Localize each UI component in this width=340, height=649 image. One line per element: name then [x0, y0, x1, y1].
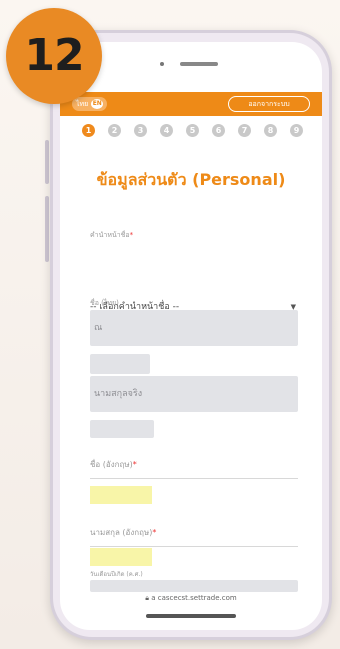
firstname-th-label: ชื่อ (ไทย) [90, 299, 119, 307]
lastname-th-value: นามสกุลจริง [94, 389, 143, 399]
language-label: ไทย [76, 100, 89, 108]
step-2: 2 [108, 124, 121, 137]
step-indicator: 123456789 [82, 124, 304, 138]
browser-url-bar[interactable]: 🔒︎ a cascecst.settrade.com [60, 594, 322, 603]
step-7: 7 [238, 124, 251, 137]
step-1: 1 [82, 124, 95, 137]
firstname-en-field[interactable] [90, 478, 298, 479]
lastname-en-label-text: นามสกุล (อังกฤษ) [90, 528, 153, 537]
step-number-badge: 12 [6, 8, 102, 104]
step-3: 3 [134, 124, 147, 137]
firstname-en-label: ชื่อ (อังกฤษ)* [90, 458, 137, 471]
lastname-th-field[interactable]: นามสกุลจริง [90, 376, 298, 412]
birthdate-label: วันเดือนปีเกิด (ค.ศ.) [90, 571, 143, 578]
phone-side-button [45, 140, 49, 184]
firstname-th-hint [90, 354, 150, 374]
prefix-label: คำนำหน้าชื่อ* [90, 230, 133, 241]
birthdate-field[interactable] [90, 580, 298, 592]
lastname-en-label: นามสกุล (อังกฤษ)* [90, 526, 156, 539]
home-indicator [146, 614, 236, 618]
top-bar: ไทย EN ออกจากระบบ [60, 92, 322, 116]
logout-button[interactable]: ออกจากระบบ [228, 96, 310, 112]
step-9: 9 [290, 124, 303, 137]
step-8: 8 [264, 124, 277, 137]
required-mark: * [152, 528, 157, 537]
speaker-grille [180, 62, 218, 66]
required-mark: * [129, 231, 134, 239]
firstname-th-field[interactable]: ณ [90, 310, 298, 346]
browser-url: a cascecst.settrade.com [151, 594, 237, 602]
firstname-en-highlight [90, 486, 152, 504]
page-title: ข้อมูลส่วนตัว (Personal) [96, 170, 286, 189]
step-4: 4 [160, 124, 173, 137]
language-toggle[interactable]: ไทย EN [72, 97, 108, 111]
phone-screen: ไทย EN ออกจากระบบ 123456789 ข้อมูลส่วนตัว… [60, 42, 322, 630]
lastname-en-field[interactable] [90, 546, 298, 547]
camera-icon [160, 62, 164, 66]
step-5: 5 [186, 124, 199, 137]
firstname-en-label-text: ชื่อ (อังกฤษ) [90, 460, 133, 469]
lastname-th-hint [90, 420, 154, 438]
step-6: 6 [212, 124, 225, 137]
language-icon: EN [91, 99, 104, 109]
required-mark: * [132, 460, 137, 469]
phone-notch [110, 44, 246, 74]
step-number: 12 [24, 30, 84, 81]
lastname-en-highlight [90, 548, 152, 566]
prefix-label-text: คำนำหน้าชื่อ [90, 231, 130, 239]
phone-side-button [45, 236, 49, 262]
firstname-th-value: ณ [94, 323, 103, 333]
